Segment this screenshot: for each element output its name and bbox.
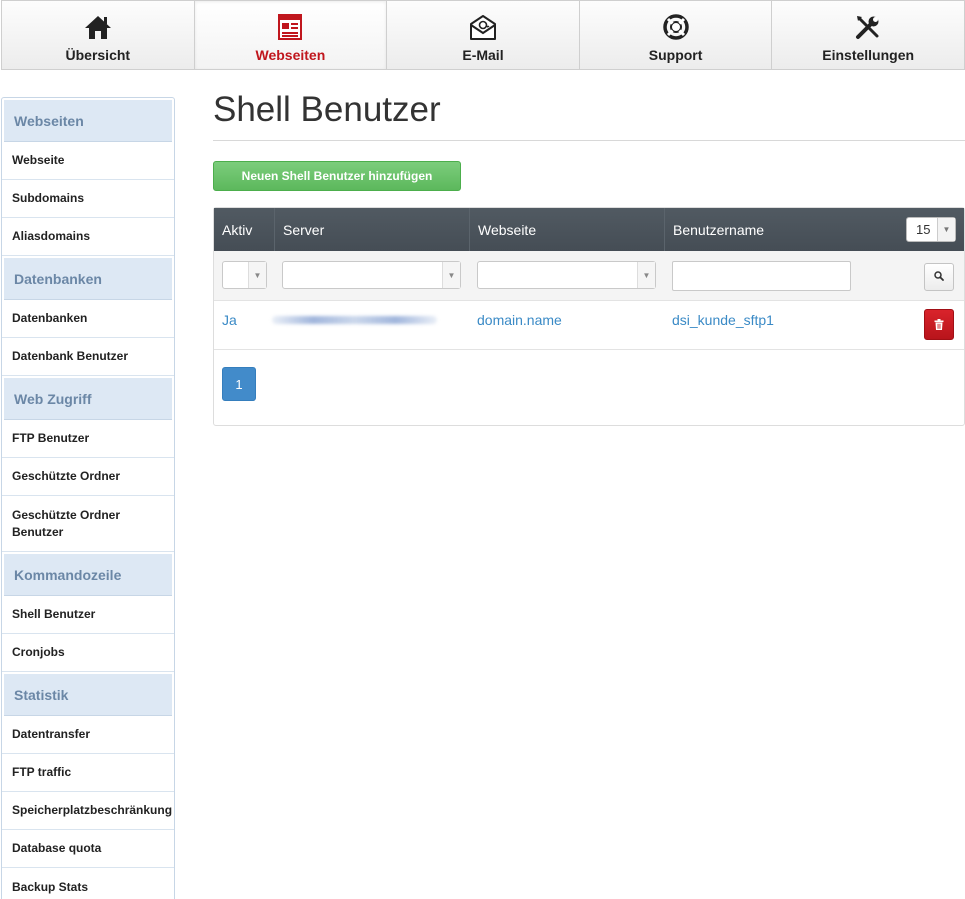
add-shell-user-button[interactable]: Neuen Shell Benutzer hinzufügen (213, 161, 461, 191)
search-icon (934, 268, 944, 286)
cell-server-redacted (272, 316, 437, 324)
lifebuoy-icon (662, 13, 690, 41)
cell-webseite[interactable]: domain.name (477, 312, 562, 328)
sidebar-item-speicherplatzbeschraenkung[interactable]: Speicherplatzbeschränkung (2, 792, 174, 830)
page-size-select[interactable]: 15 ▼ (906, 217, 956, 242)
tab-label: E-Mail (462, 47, 504, 63)
search-button[interactable] (924, 263, 954, 291)
chevron-down-icon: ▼ (248, 262, 266, 288)
chevron-down-icon: ▼ (937, 218, 955, 241)
tab-webseiten[interactable]: Webseiten (193, 0, 387, 70)
sidebar-item-ftp-traffic[interactable]: FTP traffic (2, 754, 174, 792)
sidebar: Webseiten Webseite Subdomains Aliasdomai… (1, 97, 175, 899)
main-navigation: Übersicht Webseiten E-Mail Support Einst… (1, 0, 965, 70)
chevron-down-icon: ▼ (637, 262, 655, 288)
cell-aktiv[interactable]: Ja (222, 312, 237, 328)
column-header-benutzername[interactable]: Benutzername (665, 208, 895, 251)
column-header-server[interactable]: Server (275, 208, 470, 251)
sidebar-section-datenbanken: Datenbanken (4, 258, 172, 300)
title-divider (213, 140, 965, 141)
sidebar-section-webseiten: Webseiten (4, 100, 172, 142)
sidebar-item-datenbanken[interactable]: Datenbanken (2, 300, 174, 338)
column-header-webseite[interactable]: Webseite (470, 208, 665, 251)
sidebar-item-geschuetzte-ordner-benutzer[interactable]: Geschützte Ordner Benutzer (2, 496, 174, 552)
trash-icon (934, 317, 944, 333)
table-header: Aktiv Server Webseite Benutzername 15 ▼ (214, 208, 964, 251)
tab-support[interactable]: Support (578, 0, 772, 70)
sidebar-section-web-zugriff: Web Zugriff (4, 378, 172, 420)
tab-email[interactable]: E-Mail (386, 0, 579, 70)
tab-label: Webseiten (255, 47, 326, 63)
filter-benutzername-input[interactable] (672, 261, 851, 291)
column-header-aktiv[interactable]: Aktiv (214, 208, 275, 251)
shell-user-table-panel: Aktiv Server Webseite Benutzername 15 ▼ … (213, 207, 965, 426)
sidebar-section-statistik: Statistik (4, 674, 172, 716)
tab-einstellungen[interactable]: Einstellungen (771, 0, 965, 70)
sidebar-section-kommandozeile: Kommandozeile (4, 554, 172, 596)
filter-aktiv-select[interactable]: ▼ (222, 261, 267, 289)
table-row: Ja domain.name dsi_kunde_sftp1 (214, 301, 964, 350)
tab-label: Support (648, 47, 703, 63)
filter-row: ▼ ▼ ▼ (214, 251, 964, 301)
sidebar-item-datentransfer[interactable]: Datentransfer (2, 716, 174, 754)
chevron-down-icon: ▼ (442, 262, 460, 288)
sidebar-item-shell-benutzer[interactable]: Shell Benutzer (2, 596, 174, 634)
sidebar-item-aliasdomains[interactable]: Aliasdomains (2, 218, 174, 256)
pagination-page-1[interactable]: 1 (222, 367, 256, 401)
sidebar-item-backup-stats[interactable]: Backup Stats (2, 868, 174, 899)
sidebar-item-subdomains[interactable]: Subdomains (2, 180, 174, 218)
tab-label: Übersicht (65, 47, 131, 63)
tools-icon (854, 13, 882, 41)
cell-benutzername[interactable]: dsi_kunde_sftp1 (672, 312, 774, 328)
sidebar-item-datenbank-benutzer[interactable]: Datenbank Benutzer (2, 338, 174, 376)
tab-uebersicht[interactable]: Übersicht (1, 0, 194, 70)
sidebar-item-cronjobs[interactable]: Cronjobs (2, 634, 174, 672)
sidebar-item-ftp-benutzer[interactable]: FTP Benutzer (2, 420, 174, 458)
sidebar-item-webseite[interactable]: Webseite (2, 142, 174, 180)
delete-button[interactable] (924, 309, 954, 340)
filter-server-select[interactable]: ▼ (282, 261, 461, 289)
sidebar-item-geschuetzte-ordner[interactable]: Geschützte Ordner (2, 458, 174, 496)
tab-label: Einstellungen (822, 47, 915, 63)
filter-webseite-select[interactable]: ▼ (477, 261, 656, 289)
webpage-icon (276, 13, 304, 41)
home-icon (84, 13, 112, 41)
page-title: Shell Benutzer (213, 90, 441, 129)
page-size-value: 15 (916, 222, 931, 237)
email-icon (469, 13, 497, 41)
sidebar-item-database-quota[interactable]: Database quota (2, 830, 174, 868)
